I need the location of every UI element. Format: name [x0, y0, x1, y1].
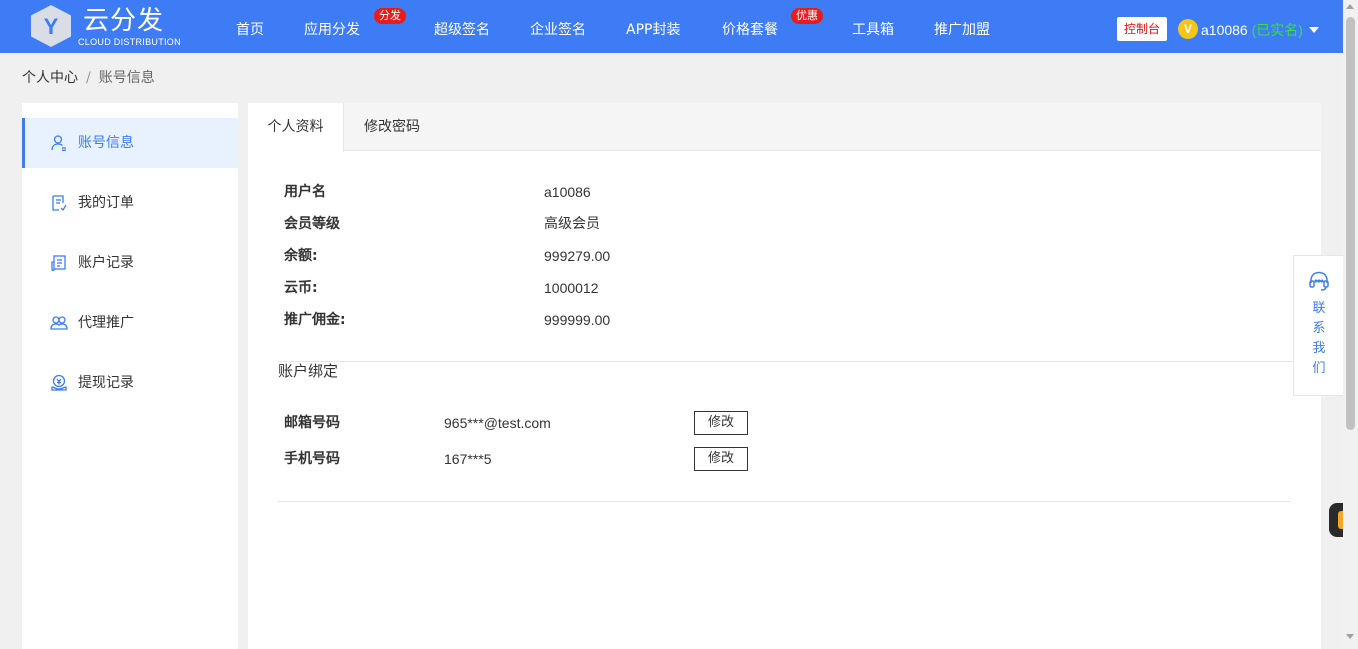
- scroll-down-icon[interactable]: [1346, 634, 1354, 639]
- commission-value: 999999.00: [544, 312, 611, 328]
- balance-value: 999279.00: [544, 248, 611, 264]
- sidebar-item-agent-promotion[interactable]: 代理推广: [22, 298, 238, 348]
- vip-icon: V: [1178, 19, 1198, 39]
- user-menu[interactable]: a10086 (已实名): [1201, 19, 1303, 41]
- tab-profile[interactable]: 个人资料: [248, 103, 344, 152]
- breadcrumb-separator: /: [86, 70, 91, 86]
- sidebar-item-label: 账户记录: [78, 255, 134, 271]
- logo-hexagon-icon: Y: [31, 5, 71, 47]
- nav-home[interactable]: 首页: [236, 0, 264, 53]
- tab-change-password[interactable]: 修改密码: [344, 103, 440, 151]
- nav-badge-discount: 优惠: [791, 8, 823, 24]
- tab-bar: 个人资料 修改密码: [248, 103, 1321, 152]
- scroll-up-icon[interactable]: [1346, 4, 1354, 9]
- username-value: a10086: [544, 184, 591, 200]
- phone-value: 167***5: [444, 451, 492, 467]
- balance-label: 余额:: [284, 248, 318, 264]
- member-level-label: 会员等级: [284, 216, 340, 232]
- cloud-coin-value: 1000012: [544, 280, 599, 296]
- logo[interactable]: Y 云分发 CLOUD DISTRIBUTION: [28, 4, 181, 48]
- logo-letter: Y: [44, 14, 59, 39]
- cloud-coin-label: 云币:: [284, 280, 318, 296]
- email-value: 965***@test.com: [444, 415, 551, 431]
- contact-us-label: 联 系 我 们: [1312, 301, 1326, 376]
- nav-app-distribution[interactable]: 应用分发: [304, 0, 360, 53]
- section-divider: [278, 361, 1321, 362]
- nav-toolbox[interactable]: 工具箱: [852, 0, 894, 53]
- nav-enterprise-signature[interactable]: 企业签名: [530, 0, 586, 53]
- nav-pricing[interactable]: 价格套餐: [722, 0, 778, 53]
- edit-phone-button[interactable]: 修改: [694, 447, 748, 471]
- sidebar-item-account-info[interactable]: 账号信息: [22, 118, 238, 168]
- logo-subtext: CLOUD DISTRIBUTION: [78, 37, 181, 47]
- record-icon: [51, 255, 66, 272]
- order-icon: [52, 195, 67, 212]
- phone-label: 手机号码: [284, 451, 340, 467]
- breadcrumb: 个人中心 / 账号信息: [22, 68, 155, 88]
- username: a10086: [1201, 22, 1248, 38]
- chevron-down-icon[interactable]: [1309, 27, 1319, 33]
- sidebar-item-label: 提现记录: [78, 375, 134, 391]
- top-navbar: Y 云分发 CLOUD DISTRIBUTION 首页 应用分发 分发 超级签名…: [0, 0, 1343, 53]
- scrollbar[interactable]: [1343, 0, 1358, 649]
- contact-us-float[interactable]: 联 系 我 们: [1293, 255, 1343, 396]
- edit-email-button[interactable]: 修改: [694, 411, 748, 435]
- sidebar-item-label: 我的订单: [78, 195, 134, 211]
- nav-super-signature[interactable]: 超级签名: [434, 0, 490, 53]
- sidebar: 账号信息 我的订单 账户记录 代理推广 提现记录: [22, 103, 238, 649]
- breadcrumb-current: 账号信息: [98, 70, 155, 86]
- commission-label: 推广佣金:: [284, 312, 346, 328]
- member-level-value: 高级会员: [544, 216, 600, 232]
- verified-status: (已实名): [1251, 22, 1303, 38]
- breadcrumb-root[interactable]: 个人中心: [22, 70, 78, 86]
- sidebar-item-account-records[interactable]: 账户记录: [22, 238, 238, 288]
- headset-icon: [1309, 271, 1329, 291]
- nav-app-wrapper[interactable]: APP封装: [626, 0, 680, 53]
- agent-icon: [50, 316, 68, 330]
- console-button[interactable]: 控制台: [1117, 17, 1167, 41]
- binding-section-title: 账户绑定: [278, 362, 339, 380]
- email-label: 邮箱号码: [284, 415, 340, 431]
- user-icon: [51, 135, 66, 151]
- withdraw-icon: [51, 374, 67, 391]
- section-bottom-divider: [278, 501, 1291, 502]
- nav-affiliate[interactable]: 推广加盟: [934, 0, 990, 53]
- sidebar-item-my-orders[interactable]: 我的订单: [22, 178, 238, 228]
- username-label: 用户名: [284, 184, 326, 200]
- sidebar-item-withdraw-records[interactable]: 提现记录: [22, 358, 238, 408]
- logo-text: 云分发: [83, 6, 165, 36]
- nav-badge-distribution: 分发: [374, 8, 406, 24]
- scroll-thumb[interactable]: [1346, 17, 1355, 430]
- sidebar-item-label: 账号信息: [78, 135, 134, 151]
- main-panel: 个人资料 修改密码 用户名 a10086 会员等级 高级会员 余额: 99927…: [248, 103, 1321, 649]
- sidebar-item-label: 代理推广: [78, 315, 134, 331]
